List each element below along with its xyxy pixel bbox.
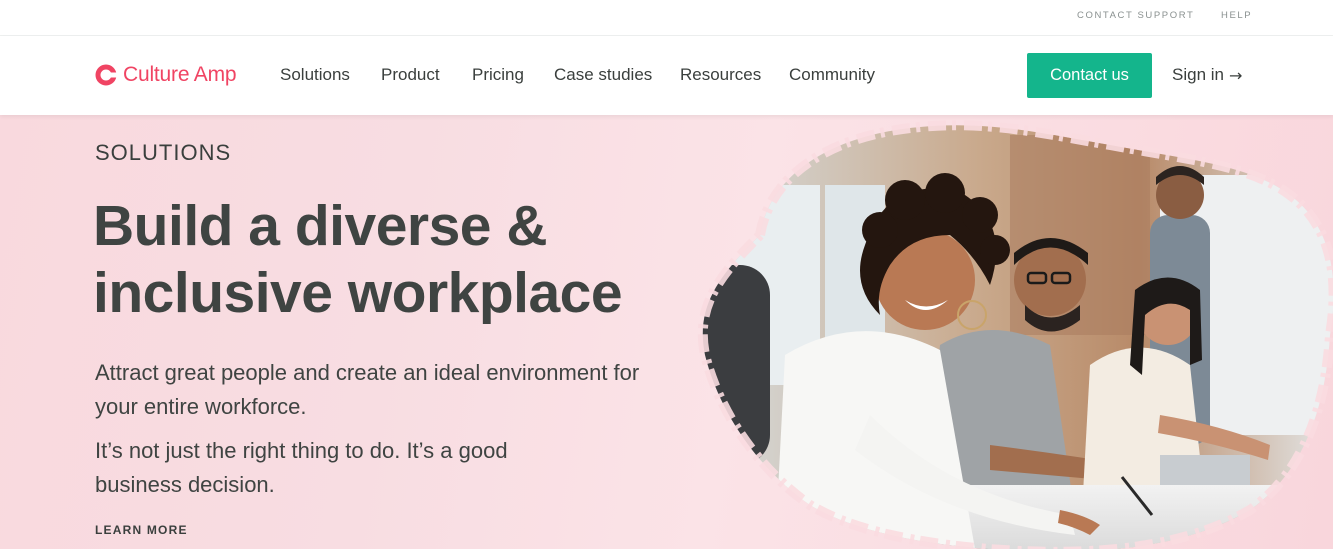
- hero-eyebrow: SOLUTIONS: [95, 140, 232, 165]
- sign-in-label: Sign in: [1172, 65, 1224, 84]
- main-nav: Culture Amp Solutions Product Pricing Ca…: [0, 36, 1333, 115]
- learn-more-link[interactable]: LEARN MORE: [95, 523, 188, 537]
- arrow-right-icon: →: [1228, 65, 1243, 85]
- nav-item-pricing[interactable]: Pricing: [472, 65, 524, 85]
- hero-title: Build a diverse & inclusive workplace: [93, 194, 623, 325]
- logo-text: Culture Amp: [123, 63, 237, 86]
- contact-support-link[interactable]: CONTACT SUPPORT: [1077, 10, 1194, 21]
- contact-us-button[interactable]: Contact us: [1027, 53, 1152, 98]
- sign-in-link[interactable]: Sign in →: [1172, 65, 1242, 85]
- hero-body: Attract great people and create an ideal…: [95, 360, 640, 419]
- nav-item-product[interactable]: Product: [381, 65, 440, 85]
- nav-item-solutions[interactable]: Solutions: [280, 65, 350, 85]
- nav-item-case-studies[interactable]: Case studies: [554, 65, 652, 85]
- help-link[interactable]: HELP: [1221, 10, 1252, 21]
- logo[interactable]: Culture Amp: [95, 61, 237, 89]
- hero-section: SOLUTIONS Build a diverse & inclusive wo…: [0, 115, 1333, 549]
- nav-item-community[interactable]: Community: [789, 65, 875, 85]
- utility-bar: CONTACT SUPPORT HELP: [0, 0, 1333, 36]
- hero-photo: [697, 120, 1333, 549]
- culture-amp-logo-icon: [95, 64, 117, 86]
- nav-item-resources[interactable]: Resources: [680, 65, 761, 85]
- hero-body-secondary: It’s not just the right thing to do. It’…: [95, 438, 508, 497]
